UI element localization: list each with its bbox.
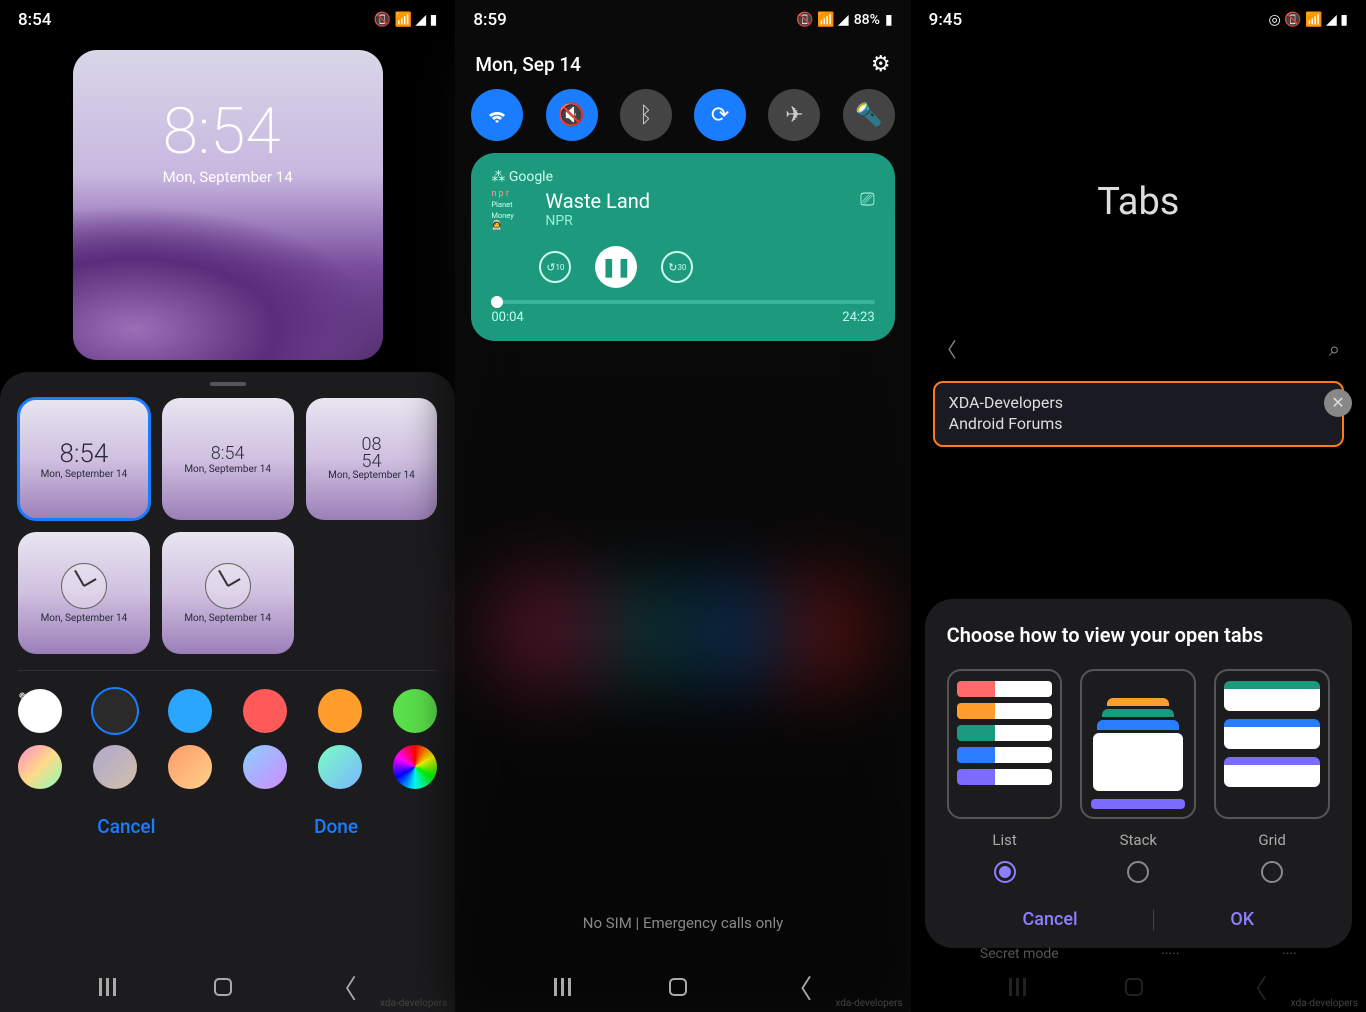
cast-device-icon[interactable]: ⎚ bbox=[860, 189, 874, 210]
color-swatch[interactable] bbox=[243, 745, 287, 789]
clock-style-option[interactable]: 0854 Mon, September 14 bbox=[306, 398, 438, 520]
sim-status: No SIM | Emergency calls only bbox=[455, 914, 910, 932]
phone-notification-shade: 8:59 📵 📶 ◢ 88% ▮ Mon, Sep 14 ⚙ 🔇 ᛒ ⟳ ✈ 🔦… bbox=[455, 0, 910, 1012]
status-bar: 8:54 📵 📶 ◢ ▮ bbox=[0, 0, 455, 40]
status-bar: 9:45 ◎ 📵 📶 ◢ ▮ bbox=[911, 0, 1366, 40]
status-icons: 📵 📶 ◢ ▮ bbox=[374, 12, 438, 28]
analog-clock-icon bbox=[61, 563, 107, 609]
clock-style-grid: 8:54 Mon, September 14 8:54 Mon, Septemb… bbox=[18, 398, 437, 654]
nav-recents-button[interactable] bbox=[99, 978, 116, 996]
watermark: xda-developers bbox=[835, 998, 902, 1009]
watermark: xda-developers bbox=[1291, 998, 1358, 1009]
color-swatch[interactable] bbox=[168, 689, 212, 733]
flashlight-toggle[interactable]: 🔦 bbox=[843, 89, 895, 141]
view-options: List Stack Gri bbox=[947, 669, 1330, 883]
media-source: ⁂ Google bbox=[491, 169, 874, 185]
tabs-toolbar: 〈 ⌕ bbox=[911, 334, 1366, 363]
close-tab-button[interactable]: ✕ bbox=[1324, 389, 1352, 417]
clock-style-option[interactable]: 8:54 Mon, September 14 bbox=[18, 398, 150, 520]
back-icon[interactable]: 〈 bbox=[937, 334, 957, 363]
radio-list[interactable] bbox=[994, 861, 1016, 883]
color-picker: ✎ bbox=[18, 670, 437, 789]
cancel-button[interactable]: Cancel bbox=[1023, 909, 1078, 930]
status-bar: 8:59 📵 📶 ◢ 88% ▮ bbox=[455, 0, 910, 40]
status-time: 9:45 bbox=[929, 10, 962, 30]
clock-style-option[interactable]: Mon, September 14 bbox=[162, 532, 294, 654]
nav-home-button[interactable] bbox=[214, 978, 232, 996]
analog-clock-icon bbox=[205, 563, 251, 609]
wifi-toggle[interactable] bbox=[471, 89, 523, 141]
nav-home-button[interactable] bbox=[669, 978, 687, 996]
rewind-button[interactable]: ↺10 bbox=[539, 251, 571, 283]
media-progress-bar[interactable] bbox=[491, 300, 874, 304]
cancel-button[interactable]: Cancel bbox=[97, 815, 155, 838]
forward-button[interactable]: ↻30 bbox=[661, 251, 693, 283]
phone-clock-style: 8:54 📵 📶 ◢ ▮ 8:54 Mon, September 14 8:54… bbox=[0, 0, 455, 1012]
secret-mode-button[interactable]: Secret mode bbox=[980, 946, 1059, 962]
view-option-grid[interactable]: Grid bbox=[1214, 669, 1330, 883]
nav-recents-button[interactable] bbox=[554, 978, 571, 996]
airplane-toggle[interactable]: ✈ bbox=[768, 89, 820, 141]
bluetooth-toggle[interactable]: ᛒ bbox=[620, 89, 672, 141]
media-subtitle: NPR bbox=[545, 213, 848, 229]
color-swatch[interactable] bbox=[318, 745, 362, 789]
wallpaper-preview: 8:54 Mon, September 14 bbox=[73, 50, 383, 360]
watermark: xda-developers bbox=[380, 998, 447, 1009]
status-icons: 📵 📶 ◢ 88% ▮ bbox=[796, 12, 893, 28]
modal-title: Choose how to view your open tabs bbox=[947, 623, 1330, 647]
settings-icon[interactable]: ⚙ bbox=[871, 52, 891, 77]
color-swatch[interactable] bbox=[243, 689, 287, 733]
sheet-actions: Cancel Done bbox=[18, 789, 437, 854]
browser-bottom-bar: Secret mode ····· ···· bbox=[911, 946, 1366, 962]
done-button[interactable]: Done bbox=[314, 815, 358, 838]
ok-button[interactable]: OK bbox=[1230, 909, 1254, 930]
mute-toggle[interactable]: 🔇 bbox=[546, 89, 598, 141]
style-picker-sheet: 8:54 Mon, September 14 8:54 Mon, Septemb… bbox=[0, 372, 455, 1012]
media-title: Waste Land bbox=[545, 189, 848, 213]
media-duration: 24:23 bbox=[842, 310, 874, 325]
media-elapsed: 00:04 bbox=[491, 310, 523, 325]
color-swatch[interactable] bbox=[318, 689, 362, 733]
clock-style-option[interactable]: 8:54 Mon, September 14 bbox=[162, 398, 294, 520]
media-player-card: ⁂ Google n p rPlanet Money🧑‍🚀 Waste Land… bbox=[471, 153, 894, 341]
color-swatch[interactable] bbox=[18, 745, 62, 789]
color-swatch[interactable] bbox=[393, 689, 437, 733]
status-icons: ◎ 📵 📶 ◢ ▮ bbox=[1269, 12, 1348, 28]
clock-widget: 8:54 Mon, September 14 bbox=[163, 100, 293, 186]
tab-preview-card[interactable]: XDA-Developers Android Forums ✕ bbox=[933, 381, 1344, 447]
nav-home-button[interactable] bbox=[1125, 978, 1143, 996]
status-time: 8:54 bbox=[18, 10, 51, 30]
color-swatch[interactable] bbox=[168, 745, 212, 789]
view-option-list[interactable]: List bbox=[947, 669, 1063, 883]
clock-style-option[interactable]: Mon, September 14 bbox=[18, 532, 150, 654]
color-swatch[interactable] bbox=[93, 689, 137, 733]
color-swatch[interactable] bbox=[393, 745, 437, 789]
autorotate-toggle[interactable]: ⟳ bbox=[694, 89, 746, 141]
nav-back-button[interactable]: 〈 bbox=[786, 969, 812, 1006]
notification-shade: Mon, Sep 14 ⚙ 🔇 ᛒ ⟳ ✈ 🔦 ⁂ Google n p rPl… bbox=[455, 40, 910, 347]
clock-time: 8:54 bbox=[163, 100, 293, 164]
modal-actions: Cancel OK bbox=[947, 909, 1330, 930]
status-time: 8:59 bbox=[473, 10, 506, 30]
nav-recents-button[interactable] bbox=[1009, 978, 1026, 996]
nav-back-button[interactable]: 〈 bbox=[331, 969, 357, 1006]
radio-stack[interactable] bbox=[1127, 861, 1149, 883]
radio-grid[interactable] bbox=[1261, 861, 1283, 883]
clock-date: Mon, September 14 bbox=[163, 168, 293, 186]
shade-date: Mon, Sep 14 bbox=[475, 53, 581, 76]
tab-view-modal: Choose how to view your open tabs List bbox=[925, 599, 1352, 948]
phone-tabs-view: 9:45 ◎ 📵 📶 ◢ ▮ Tabs 〈 ⌕ XDA-Developers A… bbox=[911, 0, 1366, 1012]
quick-settings-row: 🔇 ᛒ ⟳ ✈ 🔦 bbox=[471, 89, 894, 141]
media-artwork: n p rPlanet Money🧑‍🚀 bbox=[491, 189, 533, 232]
nav-back-button[interactable]: 〈 bbox=[1241, 969, 1267, 1006]
page-title: Tabs bbox=[911, 180, 1366, 224]
search-icon[interactable]: ⌕ bbox=[1329, 337, 1340, 361]
view-option-stack[interactable]: Stack bbox=[1080, 669, 1196, 883]
color-custom-button[interactable]: ✎ bbox=[18, 689, 62, 733]
sheet-handle[interactable] bbox=[210, 382, 246, 386]
pause-button[interactable]: ❚❚ bbox=[595, 246, 637, 288]
media-controls: ↺10 ❚❚ ↻30 bbox=[539, 246, 874, 288]
color-swatch[interactable] bbox=[93, 745, 137, 789]
